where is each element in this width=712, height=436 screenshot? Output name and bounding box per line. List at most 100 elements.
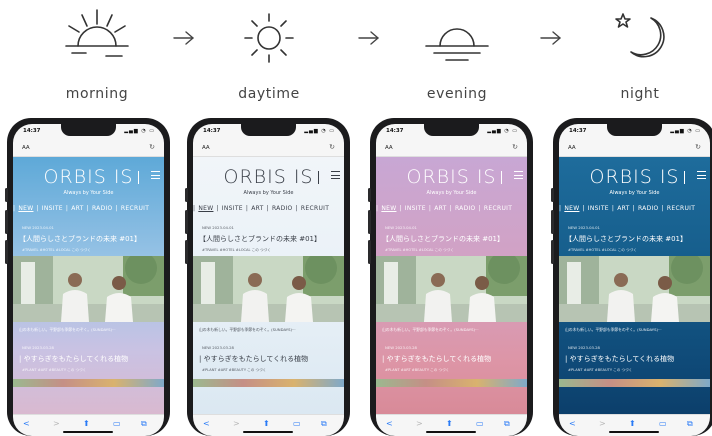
nav-item-art[interactable]: ART — [617, 205, 629, 212]
reload-icon[interactable]: ↻ — [329, 143, 335, 151]
hamburger-menu-icon[interactable] — [151, 171, 160, 179]
share-icon[interactable]: ⬆ — [263, 419, 270, 428]
site-tagline: Always by Your Side — [63, 190, 114, 196]
reload-icon[interactable]: ↻ — [149, 143, 155, 151]
tabs-icon[interactable]: ⧉ — [141, 419, 147, 429]
nav-item-art[interactable]: ART — [251, 205, 263, 212]
nav-item-art[interactable]: ART — [434, 205, 446, 212]
nav-item-new[interactable]: NEW — [381, 205, 396, 212]
reload-icon[interactable]: ↻ — [695, 143, 701, 151]
article-title[interactable]: 【人間らしさとブランドの未来 #01】 — [565, 234, 687, 244]
hamburger-menu-icon[interactable] — [514, 171, 523, 179]
logo-divider — [318, 171, 319, 184]
nav-item-radio[interactable]: RADIO — [638, 205, 659, 212]
address-bar[interactable]: AA ↻ — [559, 140, 710, 157]
nav-item-insite[interactable]: INSITE — [405, 205, 426, 212]
home-indicator — [63, 431, 113, 433]
reload-icon[interactable]: ↻ — [512, 143, 518, 151]
bookmarks-icon[interactable]: ▭ — [476, 419, 484, 428]
nav-item-new[interactable]: NEW — [564, 205, 579, 212]
tabs-icon[interactable]: ⧉ — [687, 419, 693, 429]
status-time: 14:37 — [203, 128, 221, 134]
nav-item-radio[interactable]: RADIO — [272, 205, 293, 212]
address-bar[interactable]: AA ↻ — [13, 140, 164, 157]
page-content: ORBIS IS Always by Your Side | NEW | INSITE… — [376, 157, 527, 414]
nav-item-insite[interactable]: INSITE — [588, 205, 609, 212]
bookmarks-icon[interactable]: ▭ — [293, 419, 301, 428]
article-title[interactable]: 【人間らしさとブランドの未来 #01】 — [382, 234, 504, 244]
site-logo[interactable]: ORBIS IS — [376, 166, 527, 188]
article-title[interactable]: | やすらぎをもたらしてくれる植物 — [565, 354, 674, 364]
site-logo[interactable]: ORBIS IS — [13, 166, 164, 188]
forward-icon[interactable]: > — [53, 419, 60, 428]
nav-item-insite[interactable]: INSITE — [42, 205, 63, 212]
category-nav: | NEW | INSITE | ART | RADIO | RECRUIT — [376, 205, 513, 212]
article-date: NEW 2023.03.28 — [22, 345, 54, 350]
reader-options-button[interactable]: AA — [202, 145, 210, 151]
status-time: 14:37 — [569, 128, 587, 134]
article-photo[interactable] — [559, 256, 710, 322]
article-photo[interactable] — [13, 256, 164, 322]
nav-item-radio[interactable]: RADIO — [455, 205, 476, 212]
hamburger-menu-icon[interactable] — [697, 171, 706, 179]
article-tags: #PLANT #ART #BEAUTY この つづく — [202, 368, 267, 372]
arrow-right-icon — [540, 31, 561, 45]
period-evening: evening — [402, 6, 512, 106]
article-title[interactable]: 【人間らしさとブランドの未来 #01】 — [19, 234, 141, 244]
address-bar[interactable]: AA ↻ — [193, 140, 344, 157]
forward-icon[interactable]: > — [416, 419, 423, 428]
article-title[interactable]: | やすらぎをもたらしてくれる植物 — [19, 354, 128, 364]
nav-item-recruit[interactable]: RECRUIT — [667, 205, 695, 212]
next-article-preview[interactable] — [13, 379, 164, 387]
status-time: 14:37 — [23, 128, 41, 134]
back-icon[interactable]: < — [23, 419, 30, 428]
article-title[interactable]: | やすらぎをもたらしてくれる植物 — [382, 354, 491, 364]
article-title[interactable]: | やすらぎをもたらしてくれる植物 — [199, 354, 308, 364]
hamburger-menu-icon[interactable] — [331, 171, 340, 179]
category-nav: | NEW | INSITE | ART | RADIO | RECRUIT — [559, 205, 696, 212]
next-article-preview[interactable] — [376, 379, 527, 387]
article-caption: 山の木も新しい。平野部も季節をのぞく。(SUNDAYS)··· — [382, 327, 479, 332]
site-logo[interactable]: ORBIS IS — [559, 166, 710, 188]
back-icon[interactable]: < — [386, 419, 393, 428]
back-icon[interactable]: < — [203, 419, 210, 428]
article-photo[interactable] — [193, 256, 344, 322]
sunset-icon — [425, 28, 489, 61]
site-logo[interactable]: ORBIS IS — [193, 166, 344, 188]
article-title[interactable]: 【人間らしさとブランドの未来 #01】 — [199, 234, 321, 244]
next-article-preview[interactable] — [193, 379, 344, 387]
bookmarks-icon[interactable]: ▭ — [659, 419, 667, 428]
nav-item-insite[interactable]: INSITE — [222, 205, 243, 212]
nav-item-recruit[interactable]: RECRUIT — [484, 205, 512, 212]
browser-toolbar: < > ⬆ ▭ ⧉ — [559, 414, 710, 436]
article-tags: #TRAVEL #HOTEL #LOCAL この つづく — [385, 248, 454, 252]
share-icon[interactable]: ⬆ — [83, 419, 90, 428]
nav-item-new[interactable]: NEW — [18, 205, 33, 212]
status-icons: ▂▄▆ ◔ ▭ — [304, 128, 335, 134]
share-icon[interactable]: ⬆ — [629, 419, 636, 428]
illustration: morning daytime evening night 14:37 ▂▄▆ … — [0, 0, 712, 436]
forward-icon[interactable]: > — [599, 419, 606, 428]
tabs-icon[interactable]: ⧉ — [504, 419, 510, 429]
forward-icon[interactable]: > — [233, 419, 240, 428]
nav-item-new[interactable]: NEW — [198, 205, 213, 212]
nav-item-recruit[interactable]: RECRUIT — [301, 205, 329, 212]
home-indicator — [609, 431, 659, 433]
reader-options-button[interactable]: AA — [385, 145, 393, 151]
back-icon[interactable]: < — [569, 419, 576, 428]
article-caption: 山の木も新しい。平野部も季節をのぞく。(SUNDAYS)··· — [199, 327, 296, 332]
nav-item-radio[interactable]: RADIO — [92, 205, 113, 212]
page-content: ORBIS IS Always by Your Side | NEW | INSITE… — [13, 157, 164, 414]
tabs-icon[interactable]: ⧉ — [321, 419, 327, 429]
article-photo[interactable] — [376, 256, 527, 322]
share-icon[interactable]: ⬆ — [446, 419, 453, 428]
nav-item-art[interactable]: ART — [71, 205, 83, 212]
address-bar[interactable]: AA ↻ — [376, 140, 527, 157]
page-content: ORBIS IS Always by Your Side | NEW | INSITE… — [559, 157, 710, 414]
bookmarks-icon[interactable]: ▭ — [113, 419, 121, 428]
category-nav: | NEW | INSITE | ART | RADIO | RECRUIT — [193, 205, 330, 212]
reader-options-button[interactable]: AA — [568, 145, 576, 151]
reader-options-button[interactable]: AA — [22, 145, 30, 151]
nav-item-recruit[interactable]: RECRUIT — [121, 205, 149, 212]
next-article-preview[interactable] — [559, 379, 710, 387]
